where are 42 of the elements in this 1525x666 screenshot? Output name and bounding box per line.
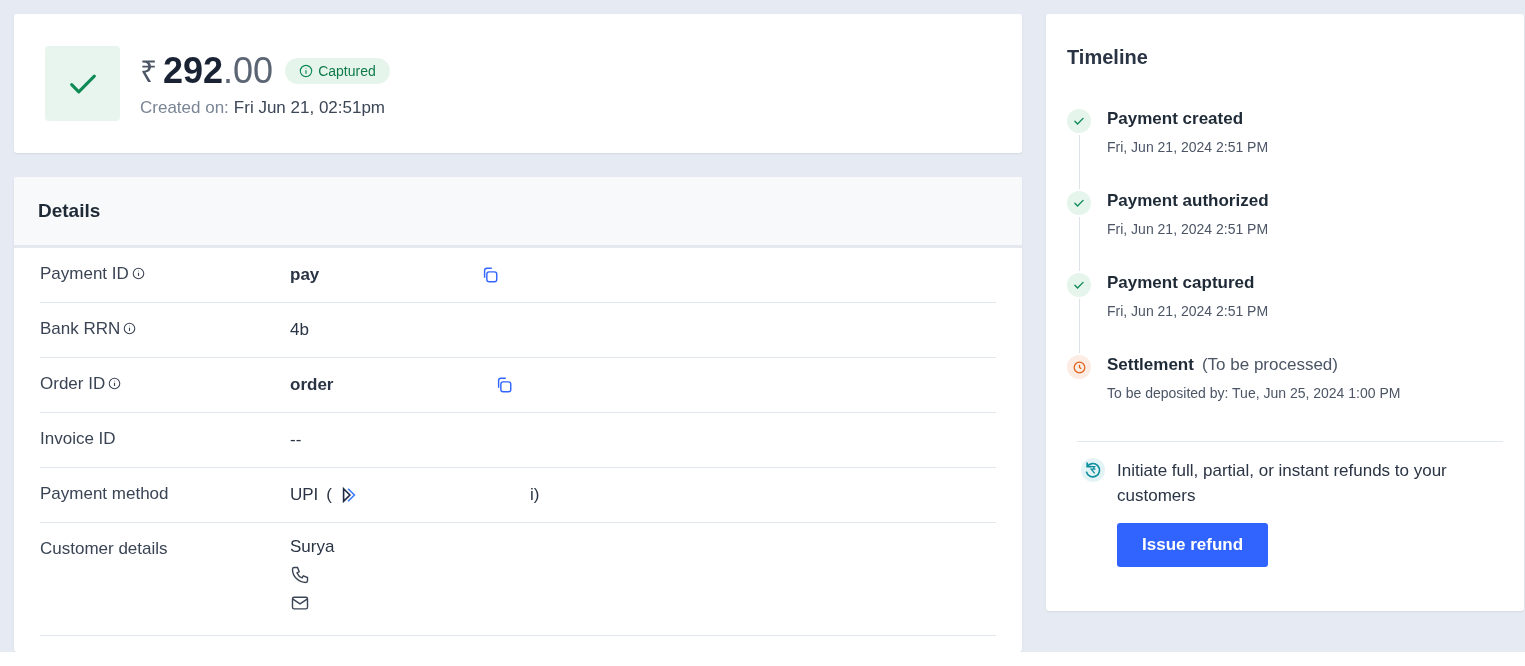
field-value: -- [290, 430, 302, 450]
copy-icon[interactable] [495, 376, 514, 394]
event-time: Fri, Jun 21, 2024 2:51 PM [1107, 303, 1269, 319]
timeline-title: Timeline [1067, 46, 1149, 69]
event-time: Fri, Jun 21, 2024 2:51 PM [1107, 139, 1269, 155]
field-value: 4b [290, 320, 309, 340]
issue-refund-button[interactable]: Issue refund [1117, 523, 1269, 567]
event-title: Payment authorized [1107, 191, 1269, 211]
event-title: Payment captured [1107, 273, 1255, 293]
rupee-refund-icon [1081, 458, 1105, 482]
info-icon [123, 322, 137, 335]
amount: 292.00 [163, 49, 274, 92]
play-arrows-icon [340, 486, 358, 504]
event-title: Settlement [1107, 355, 1194, 375]
customer-name: Surya [290, 537, 335, 557]
field-label: Invoice ID [40, 429, 116, 449]
payment-method: UPI [290, 485, 319, 505]
copy-icon[interactable] [481, 266, 500, 284]
info-icon [108, 377, 122, 390]
phone-icon [290, 565, 310, 585]
success-check-icon [45, 46, 120, 121]
status-badge: Captured [285, 57, 390, 84]
field-value: pay [290, 265, 320, 285]
field-value: order [290, 375, 334, 395]
details-title: Details [38, 200, 101, 222]
currency-symbol: ₹ [140, 54, 157, 90]
created-label: Created on: [140, 97, 229, 118]
mail-icon [290, 593, 310, 613]
refund-description: Initiate full, partial, or instant refunds to your customers [1117, 460, 1448, 507]
field-label: Payment method [40, 484, 169, 504]
event-status: (To be processed) [1201, 355, 1338, 375]
field-label: Customer details [40, 539, 168, 559]
bracket: ( [326, 485, 332, 505]
field-label: Payment ID [40, 264, 129, 284]
event-time: Fri, Jun 21, 2024 2:51 PM [1107, 221, 1269, 237]
info-icon [131, 267, 145, 280]
field-label: Bank RRN [40, 319, 121, 339]
upi-id: i) [530, 485, 540, 505]
event-time: To be deposited by: Tue, Jun 25, 2024 1:00 PM [1107, 385, 1401, 401]
created-date: Fri Jun 21, 02:51pm [233, 97, 386, 118]
field-label: Order ID [40, 374, 106, 394]
event-title: Payment created [1107, 109, 1244, 129]
